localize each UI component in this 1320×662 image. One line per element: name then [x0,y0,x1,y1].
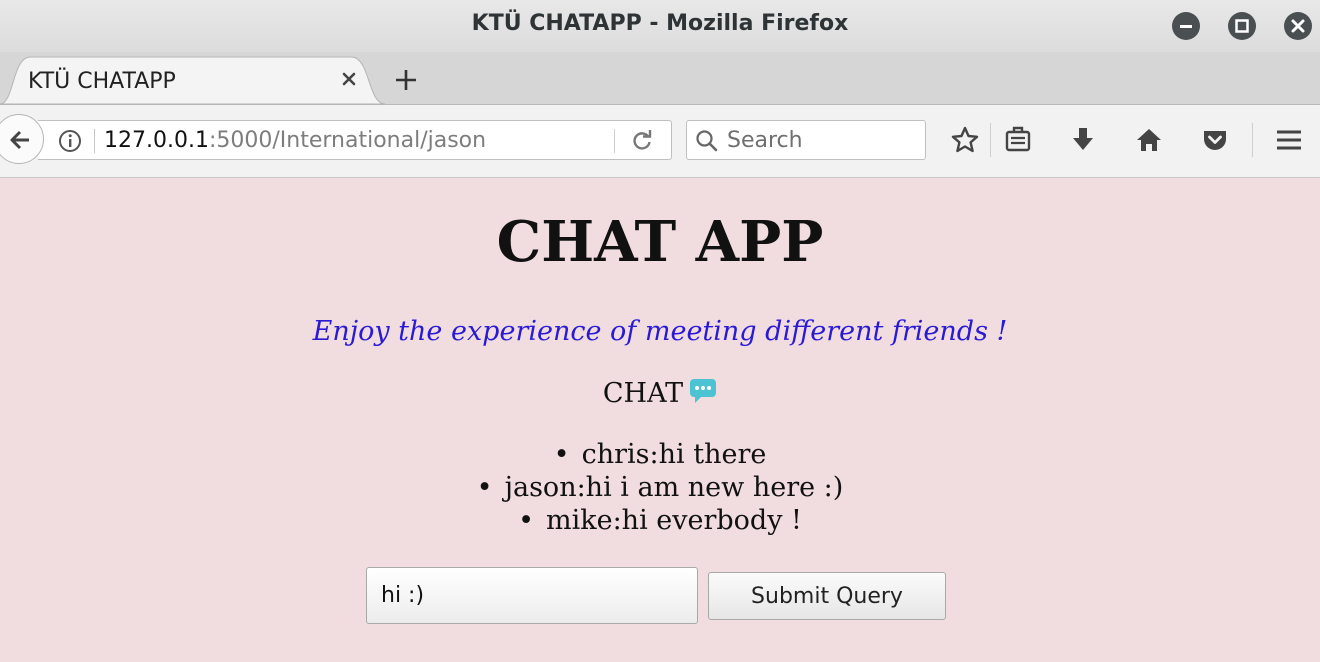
window-titlebar: KTÜ CHATAPP - Mozilla Firefox [0,0,1320,52]
chat-bubble-icon [690,379,717,403]
maximize-button[interactable] [1228,12,1256,40]
info-icon[interactable] [58,129,82,153]
minimize-button[interactable] [1172,12,1200,40]
url-divider [94,129,95,153]
tab-ktu-chatapp[interactable]: KTÜ CHATAPP [0,56,385,105]
menu-icon[interactable] [1274,125,1304,155]
close-icon [1291,19,1305,33]
back-icon [10,130,29,150]
close-window-button[interactable] [1284,12,1312,40]
search-input[interactable] [727,125,917,155]
message-list: chris:hi there jason:hi i am new here :)… [0,438,1320,537]
toolbar-divider [990,123,991,157]
maximize-icon [1235,19,1249,33]
url-divider-right [614,129,615,153]
reading-list-icon[interactable] [1003,125,1033,155]
page-title: CHAT APP [496,209,824,275]
bookmark-star-icon[interactable] [950,125,980,155]
search-icon [696,130,718,152]
chat-label: CHAT [602,378,684,409]
navigation-toolbar: 127.0.0.1:5000/International/jason [0,105,1320,178]
new-tab-icon[interactable] [392,66,420,94]
message-item: chris:hi there [0,438,1320,471]
tab-strip: KTÜ CHATAPP [0,52,1320,105]
chat-section-header: CHAT [0,378,1320,409]
toolbar-divider [1252,123,1253,157]
message-input[interactable] [366,567,698,624]
reload-icon[interactable] [630,129,654,153]
tab-close-icon[interactable] [338,68,360,90]
page-content: CHAT APP Enjoy the experience of meeting… [0,178,1320,662]
pocket-icon[interactable] [1200,125,1230,155]
download-icon[interactable] [1068,125,1098,155]
search-bar[interactable] [686,120,926,160]
minimize-icon [1180,25,1192,28]
url-text[interactable]: 127.0.0.1:5000/International/jason [104,128,486,153]
tagline: Enjoy the experience of meeting differen… [312,316,1008,347]
tab-label: KTÜ CHATAPP [28,69,176,94]
window-title: KTÜ CHATAPP - Mozilla Firefox [471,11,849,36]
home-icon[interactable] [1134,125,1164,155]
url-path: :5000/International/jason [208,128,487,153]
url-bar[interactable]: 127.0.0.1:5000/International/jason [38,120,672,160]
submit-query-button[interactable]: Submit Query [708,572,946,620]
url-host: 127.0.0.1 [104,128,209,153]
message-item: mike:hi everbody ! [0,504,1320,537]
message-item: jason:hi i am new here :) [0,471,1320,504]
